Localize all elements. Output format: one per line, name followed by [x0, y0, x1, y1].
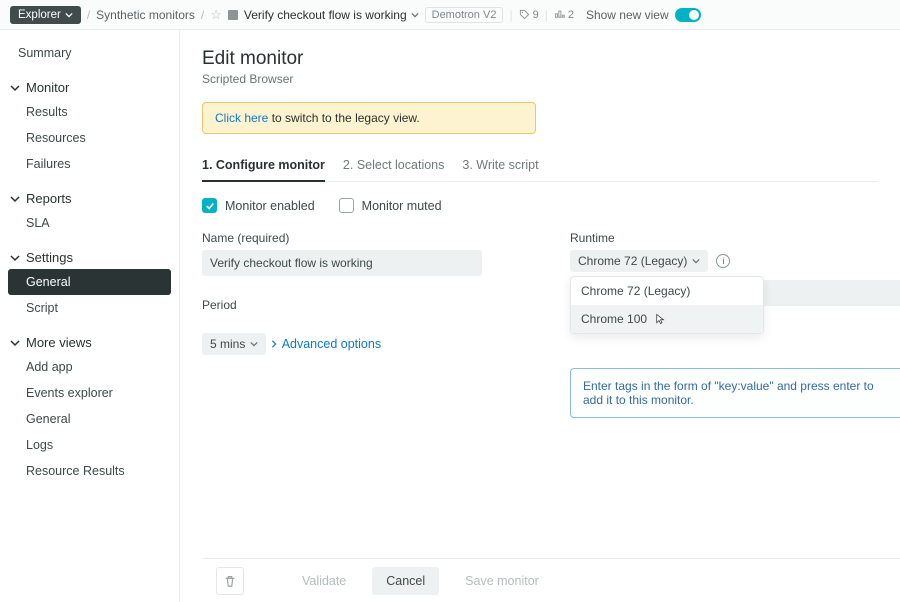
checkbox-label: Monitor enabled — [225, 199, 315, 213]
main-content: Edit monitor Scripted Browser Click here… — [180, 30, 900, 602]
breadcrumb-parent[interactable]: Synthetic monitors — [96, 8, 195, 22]
page-title: Edit monitor — [202, 48, 878, 70]
breadcrumb-title[interactable]: Verify checkout flow is working — [244, 8, 419, 22]
save-monitor-button[interactable]: Save monitor — [451, 567, 553, 595]
runtime-dropdown: Chrome 72 (Legacy) Chrome 100 — [570, 276, 764, 334]
form-right-column: Runtime Chrome 72 (Legacy) i Chrome 72 (… — [570, 231, 878, 418]
runtime-option-chrome100[interactable]: Chrome 100 — [571, 305, 763, 333]
sidebar-item-events-explorer[interactable]: Events explorer — [8, 380, 171, 406]
runtime-option-label: Chrome 100 — [581, 312, 647, 326]
period-select-value: 5 mins — [210, 337, 245, 351]
chevron-down-icon — [65, 11, 73, 19]
validate-button[interactable]: Validate — [288, 567, 360, 595]
tags-hint-text: Enter tags in the form of "key:value" an… — [583, 379, 874, 407]
monitor-enabled-checkbox[interactable]: Monitor enabled — [202, 198, 315, 213]
sidebar-item-general-view[interactable]: General — [8, 406, 171, 432]
sidebar-section-monitor[interactable]: Monitor — [8, 72, 171, 99]
advanced-options-link[interactable]: Advanced options — [270, 337, 381, 351]
chevron-down-icon — [250, 340, 258, 348]
checkbox-icon — [339, 198, 354, 213]
legacy-view-link[interactable]: Click here — [215, 111, 268, 125]
period-field-label: Period — [202, 298, 510, 312]
sidebar-section-label: Monitor — [26, 80, 69, 95]
sidebar-item-logs[interactable]: Logs — [8, 432, 171, 458]
runtime-select[interactable]: Chrome 72 (Legacy) — [570, 250, 708, 272]
footer-bar: Validate Cancel Save monitor — [202, 558, 900, 602]
breadcrumb-separator: / — [201, 8, 204, 22]
runtime-option-legacy[interactable]: Chrome 72 (Legacy) — [571, 277, 763, 305]
locations-count-value: 2 — [568, 9, 574, 21]
delete-button[interactable] — [216, 567, 244, 595]
chevron-down-icon — [10, 83, 20, 93]
form-left-column: Name (required) Period 5 mins Advanced o… — [202, 231, 510, 418]
monitor-name-input[interactable] — [202, 250, 482, 276]
period-select[interactable]: 5 mins — [202, 333, 266, 355]
checkbox-icon — [202, 198, 217, 213]
sidebar-section-label: Reports — [26, 191, 72, 206]
sidebar-section-reports[interactable]: Reports — [8, 183, 171, 210]
sidebar: Summary Monitor Results Resources Failur… — [0, 30, 180, 602]
breadcrumb-separator: / — [87, 8, 90, 22]
chevron-down-icon — [411, 11, 419, 19]
cancel-button[interactable]: Cancel — [372, 567, 439, 595]
tab-write-script[interactable]: 3. Write script — [462, 152, 538, 181]
header-divider: | — [509, 8, 512, 22]
chevron-down-icon — [692, 257, 700, 265]
sidebar-item-results[interactable]: Results — [8, 99, 171, 125]
explorer-label: Explorer — [18, 9, 61, 21]
sidebar-item-resource-results[interactable]: Resource Results — [8, 458, 171, 484]
sidebar-section-label: Settings — [26, 250, 73, 265]
sidebar-section-label: More views — [26, 335, 92, 350]
breadcrumb-bar: Explorer / Synthetic monitors / ☆ Verify… — [0, 0, 900, 30]
sidebar-item-general[interactable]: General — [8, 269, 171, 295]
advanced-options-label: Advanced options — [282, 337, 381, 351]
tag-count-value: 9 — [533, 9, 539, 21]
status-square-icon[interactable] — [228, 10, 238, 20]
runtime-field-label: Runtime — [570, 231, 878, 245]
account-chip[interactable]: Demotron V2 — [425, 7, 504, 23]
checkbox-label: Monitor muted — [362, 199, 442, 213]
info-icon[interactable]: i — [716, 254, 730, 268]
chevron-down-icon — [10, 338, 20, 348]
chevron-down-icon — [10, 194, 20, 204]
legacy-view-text: to switch to the legacy view. — [268, 111, 419, 125]
wizard-tabs: 1. Configure monitor 2. Select locations… — [202, 152, 878, 182]
sidebar-item-script[interactable]: Script — [8, 295, 171, 321]
chevron-right-icon — [270, 340, 278, 348]
sidebar-item-add-app[interactable]: Add app — [8, 354, 171, 380]
breadcrumb-title-text: Verify checkout flow is working — [244, 8, 407, 22]
tag-count[interactable]: 9 — [519, 9, 539, 21]
tags-input[interactable]: Enter tags in the form of "key:value" an… — [570, 368, 900, 418]
explorer-menu-button[interactable]: Explorer — [10, 6, 81, 24]
new-view-toggle-label: Show new view — [586, 8, 669, 22]
header-divider: | — [545, 8, 548, 22]
page-subtitle: Scripted Browser — [202, 72, 878, 86]
name-field-label: Name (required) — [202, 231, 510, 245]
sidebar-item-failures[interactable]: Failures — [8, 151, 171, 177]
chart-icon — [554, 9, 565, 20]
trash-icon — [223, 574, 237, 588]
locations-count[interactable]: 2 — [554, 9, 574, 21]
chevron-down-icon — [10, 253, 20, 263]
tab-select-locations[interactable]: 2. Select locations — [343, 152, 444, 181]
sidebar-item-summary[interactable]: Summary — [8, 40, 171, 66]
star-icon[interactable]: ☆ — [210, 7, 222, 23]
tab-configure-monitor[interactable]: 1. Configure monitor — [202, 152, 325, 182]
new-view-toggle[interactable] — [675, 8, 701, 22]
sidebar-item-sla[interactable]: SLA — [8, 210, 171, 236]
tag-icon — [519, 9, 530, 20]
sidebar-section-more-views[interactable]: More views — [8, 327, 171, 354]
sidebar-section-settings[interactable]: Settings — [8, 242, 171, 269]
monitor-muted-checkbox[interactable]: Monitor muted — [339, 198, 442, 213]
runtime-select-value: Chrome 72 (Legacy) — [578, 254, 687, 268]
cursor-icon — [653, 313, 665, 325]
sidebar-item-resources[interactable]: Resources — [8, 125, 171, 151]
legacy-view-banner: Click here to switch to the legacy view. — [202, 102, 536, 134]
